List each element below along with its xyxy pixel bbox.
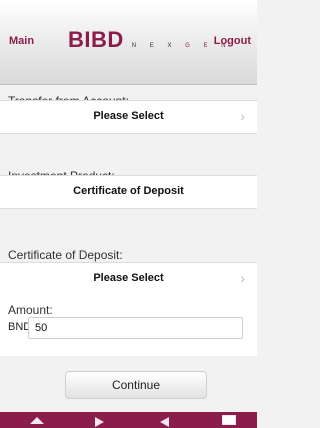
chevron-right-icon: ›: [240, 108, 245, 124]
amount-label: Amount:: [8, 303, 53, 317]
certificate-of-deposit-label: Certificate of Deposit:: [8, 248, 123, 262]
send-icon[interactable]: [95, 417, 104, 427]
bibd-logo: BIBD N E X G E N: [68, 27, 231, 53]
investment-product-value: Certificate of Deposit: [73, 185, 184, 197]
document-icon[interactable]: [222, 415, 236, 425]
continue-button[interactable]: Continue: [65, 371, 207, 399]
main-button[interactable]: Main: [9, 35, 34, 47]
logo-text: BIBD: [68, 27, 124, 52]
back-icon[interactable]: [160, 417, 169, 427]
home-icon[interactable]: [30, 417, 44, 424]
logout-button[interactable]: Logout: [214, 35, 251, 47]
app-header: Main BIBD N E X G E N Logout: [0, 0, 257, 85]
transfer-from-value: Please Select: [93, 110, 164, 122]
certificate-value: Please Select: [93, 272, 164, 284]
investment-product-row: Certificate of Deposit: [0, 175, 257, 209]
transfer-from-select[interactable]: Please Select ›: [0, 100, 257, 134]
chevron-right-icon: ›: [240, 270, 245, 286]
bottom-tab-bar: [0, 412, 257, 428]
certificate-select[interactable]: Please Select ›: [0, 262, 257, 296]
amount-input[interactable]: [28, 317, 243, 339]
